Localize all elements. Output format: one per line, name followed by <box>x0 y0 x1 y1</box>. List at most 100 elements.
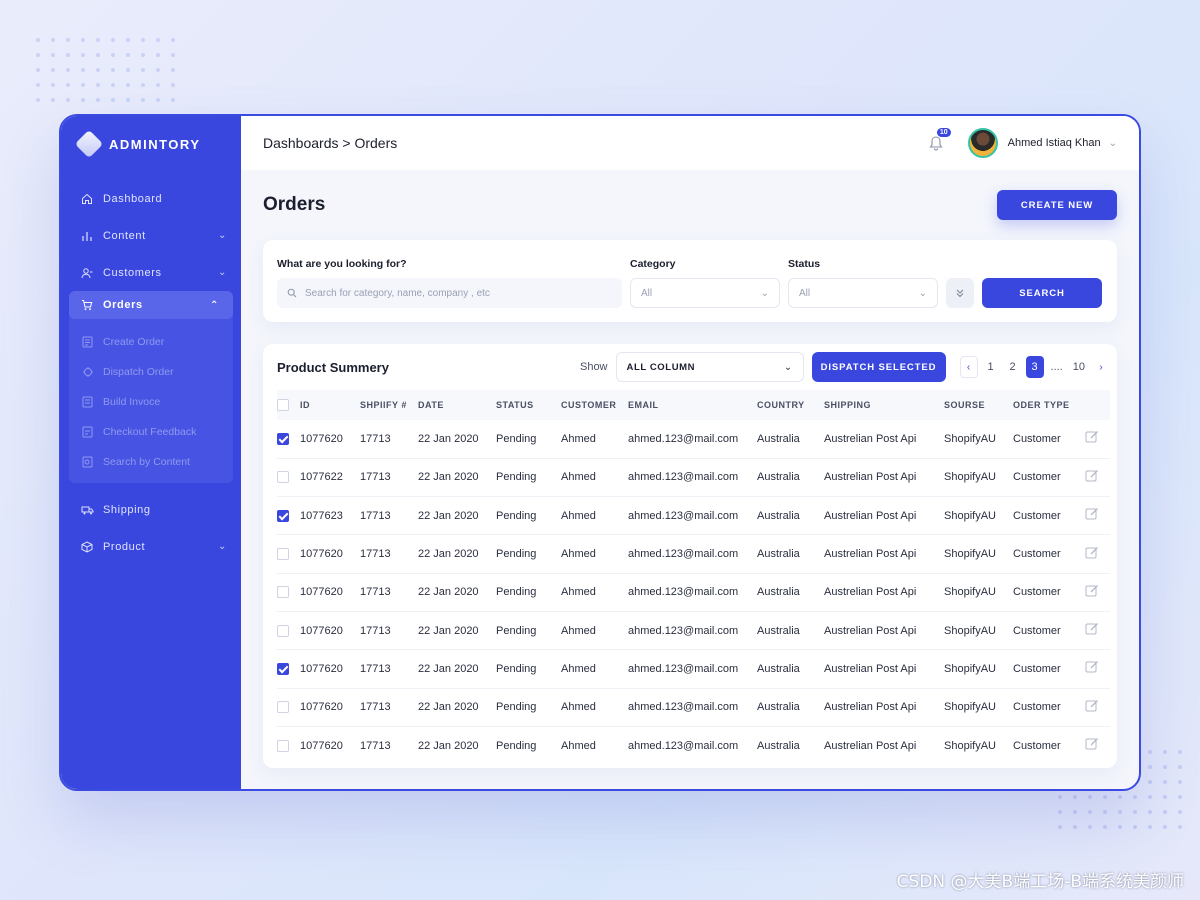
page-3[interactable]: 3 <box>1025 356 1044 378</box>
column-header[interactable]: CUSTOMER <box>561 390 628 420</box>
edit-icon[interactable] <box>1085 584 1099 598</box>
notification-bell[interactable]: 10 <box>924 128 951 155</box>
edit-icon[interactable] <box>1085 737 1099 751</box>
cell-email: ahmed.123@mail.com <box>628 649 757 689</box>
chevron-down-icon[interactable]: ⌄ <box>218 267 227 278</box>
column-header[interactable]: SOURSE <box>944 390 1013 420</box>
cell-country: Australia <box>757 458 824 498</box>
sidebar-item-orders[interactable]: Orders ⌃ <box>69 291 233 319</box>
table-header-row: ID SHPIIFY # DATE STATUS CUSTOMER EMAIL … <box>277 390 1110 420</box>
select-all-checkbox[interactable] <box>277 399 289 411</box>
column-header[interactable]: DATE <box>418 390 496 420</box>
page-10[interactable]: 10 <box>1070 356 1088 378</box>
chevron-down-icon[interactable]: ⌄ <box>218 541 227 552</box>
edit-icon[interactable] <box>1085 507 1099 521</box>
breadcrumb: Dashboards > Orders <box>263 135 398 151</box>
cell-status: Pending <box>496 688 561 727</box>
column-header[interactable]: SHIPPING <box>824 390 944 420</box>
next-page-icon[interactable]: › <box>1092 356 1110 378</box>
column-select[interactable]: ALL COLUMN ⌄ <box>615 352 804 382</box>
table-row[interactable]: 1077620 17713 22 Jan 2020 Pending Ahmed ahmed… <box>277 611 1110 651</box>
avatar[interactable] <box>967 128 998 158</box>
edit-icon[interactable] <box>1085 622 1099 636</box>
chevron-down-icon: ⌄ <box>760 287 769 299</box>
row-checkbox[interactable] <box>277 509 289 522</box>
chevron-down-icon[interactable]: ⌄ <box>1109 138 1117 149</box>
column-header[interactable]: STATUS <box>496 390 561 420</box>
user-name[interactable]: Ahmed Istiaq Khan <box>1008 137 1101 149</box>
edit-icon[interactable] <box>1085 699 1099 713</box>
column-header[interactable]: COUNTRY <box>757 390 824 420</box>
sidebar-subitem-create-order[interactable]: Create Order <box>69 327 233 357</box>
table-row[interactable]: 1077620 17713 22 Jan 2020 Pending Ahmed ahmed… <box>277 726 1110 764</box>
sidebar-item-shipping[interactable]: Shipping <box>61 491 241 528</box>
sidebar-item-content[interactable]: Content ⌄ <box>61 217 241 254</box>
row-checkbox[interactable] <box>277 624 289 637</box>
row-checkbox[interactable] <box>277 471 289 484</box>
column-header[interactable]: ID <box>300 390 360 420</box>
cell-shipping: Austrelian Post Api <box>824 573 944 612</box>
cell-date: 22 Jan 2020 <box>418 649 496 689</box>
row-checkbox[interactable] <box>277 739 289 752</box>
row-checkbox[interactable] <box>277 586 289 599</box>
table-row[interactable]: 1077620 17713 22 Jan 2020 Pending Ahmed ahmed… <box>277 534 1110 574</box>
cell-status: Pending <box>496 573 561 612</box>
sidebar-item-customers[interactable]: Customers ⌄ <box>61 254 241 291</box>
row-checkbox[interactable] <box>277 548 289 561</box>
feedback-icon <box>81 426 94 439</box>
dot <box>111 68 115 72</box>
table-row[interactable]: 1077620 17713 22 Jan 2020 Pending Ahmed ahmed… <box>277 649 1110 689</box>
cell-status: Pending <box>496 649 561 689</box>
row-checkbox[interactable] <box>277 701 289 714</box>
status-select[interactable]: All ⌄ <box>788 278 938 308</box>
dispatch-icon <box>81 366 94 379</box>
chevron-down-icon[interactable]: ⌄ <box>218 230 227 241</box>
prev-page-icon[interactable]: ‹ <box>959 356 978 378</box>
search-button[interactable]: SEARCH <box>982 278 1102 308</box>
dot <box>1133 795 1137 799</box>
cell-shopify: 17713 <box>360 611 418 651</box>
chevron-up-icon[interactable]: ⌃ <box>210 300 219 311</box>
edit-icon[interactable] <box>1085 430 1099 444</box>
cell-country: Australia <box>757 534 824 574</box>
dot <box>96 38 100 42</box>
cell-date: 22 Jan 2020 <box>418 688 496 727</box>
dot <box>1088 810 1092 814</box>
row-checkbox[interactable] <box>277 662 289 675</box>
category-select[interactable]: All ⌄ <box>630 278 780 308</box>
edit-icon[interactable] <box>1085 469 1099 483</box>
table-row[interactable]: 1077622 17713 22 Jan 2020 Pending Ahmed ahmed… <box>277 458 1110 498</box>
sidebar-item-dashboard[interactable]: Dashboard <box>61 180 241 217</box>
dot <box>51 98 55 102</box>
column-header[interactable]: ODER TYPE <box>1013 390 1085 420</box>
table-row[interactable]: 1077620 17713 22 Jan 2020 Pending Ahmed ahmed… <box>277 573 1110 612</box>
page-2[interactable]: 2 <box>1004 356 1022 378</box>
sidebar-subitem-dispatch-order[interactable]: Dispatch Order <box>69 357 233 387</box>
sidebar-subitem-search-by-content[interactable]: Search by Content <box>69 447 233 477</box>
expand-filters-button[interactable] <box>946 278 974 308</box>
cell-country: Australia <box>757 573 824 612</box>
edit-icon[interactable] <box>1085 660 1099 674</box>
dispatch-selected-button[interactable]: DISPATCH SELECTED <box>811 352 946 382</box>
bar-chart-icon <box>80 229 94 243</box>
cell-shopify: 17713 <box>360 534 418 574</box>
dot <box>36 68 40 72</box>
page-1[interactable]: 1 <box>982 356 1000 378</box>
table-row[interactable]: 1077620 17713 22 Jan 2020 Pending Ahmed ahmed… <box>277 688 1110 727</box>
table-row[interactable]: 1077623 17713 22 Jan 2020 Pending Ahmed ahmed… <box>277 496 1110 536</box>
sidebar-item-product[interactable]: Product ⌄ <box>61 528 241 565</box>
cell-id: 1077620 <box>300 420 360 459</box>
dot <box>1103 825 1107 829</box>
brand[interactable]: ADMINTORY <box>61 116 241 172</box>
table-row[interactable]: 1077620 17713 22 Jan 2020 Pending Ahmed ahmed… <box>277 420 1110 459</box>
orders-table: ID SHPIIFY # DATE STATUS CUSTOMER EMAIL … <box>277 390 1110 765</box>
sidebar-subitem-build-invoice[interactable]: Build Invoce <box>69 387 233 417</box>
sidebar-subitem-checkout-feedback[interactable]: Checkout Feedback <box>69 417 233 447</box>
row-checkbox[interactable] <box>277 432 289 445</box>
column-header[interactable]: SHPIIFY # <box>360 390 418 420</box>
search-input[interactable]: Search for category, name, company , etc <box>277 278 622 308</box>
column-header[interactable]: EMAIL <box>628 390 757 420</box>
cart-icon <box>80 298 94 312</box>
create-new-button[interactable]: CREATE NEW <box>997 190 1117 220</box>
edit-icon[interactable] <box>1085 546 1099 560</box>
